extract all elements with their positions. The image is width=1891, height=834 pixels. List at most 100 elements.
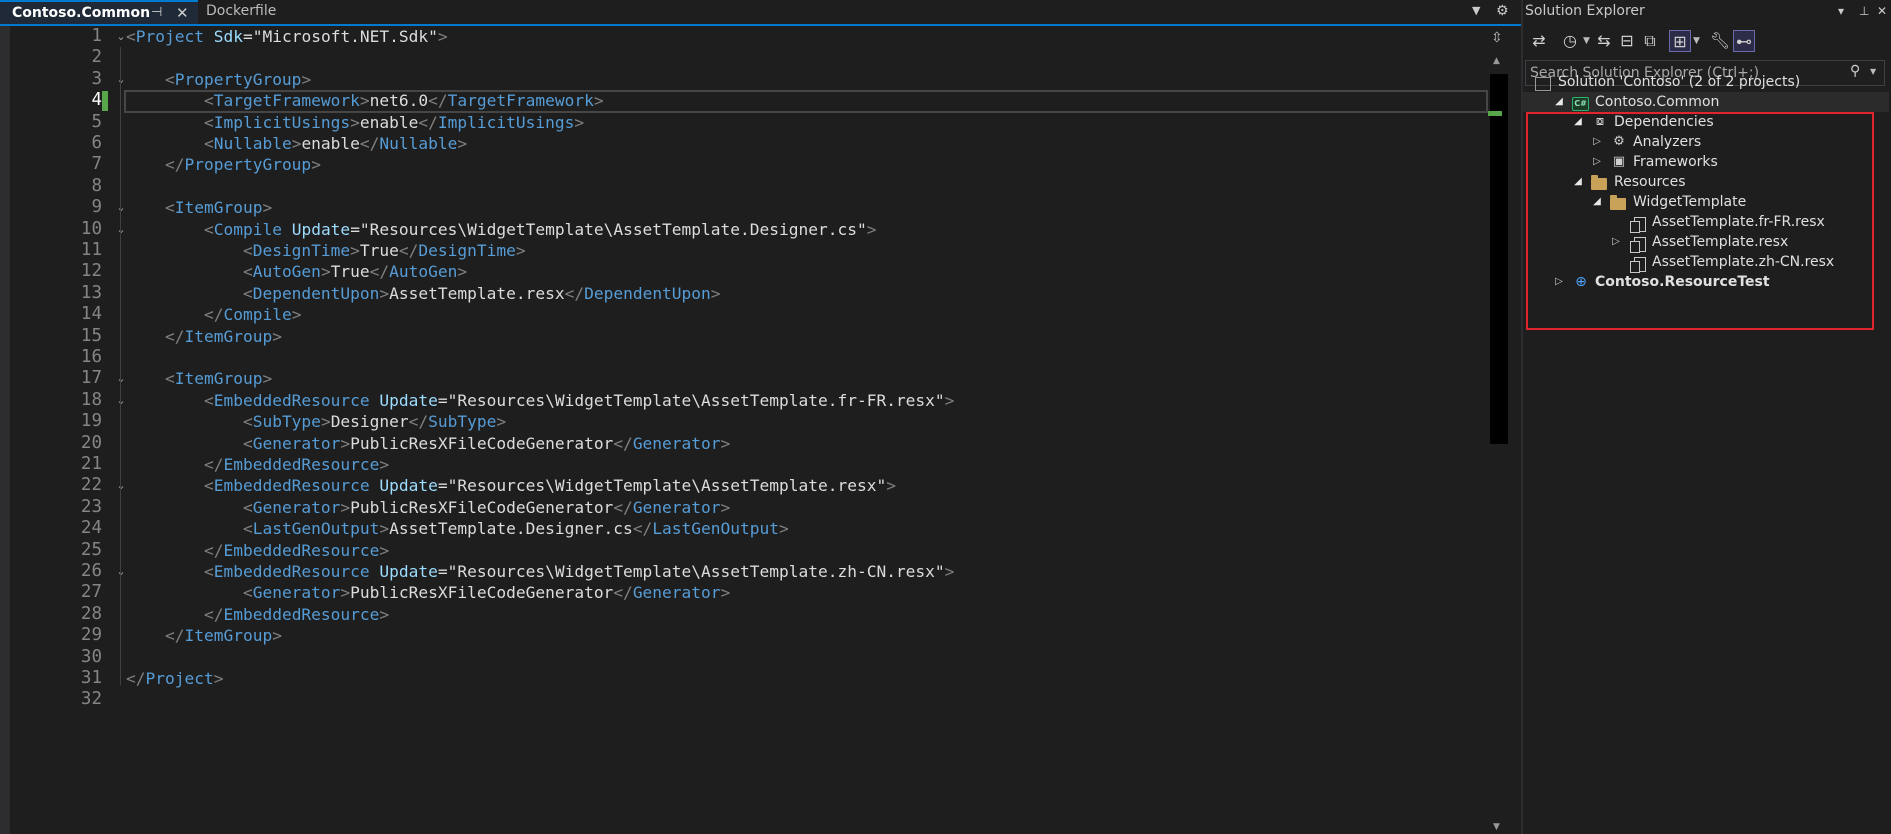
code-line[interactable]: 11 <DesignTime>True</DesignTime> [10,240,1488,261]
tab-contoso-common[interactable]: Contoso.Common ⊣ ✕ [0,0,198,24]
tree-item[interactable]: ▷ ▣ Frameworks [1523,152,1889,172]
close-icon[interactable]: ✕ [176,2,189,24]
gear-icon[interactable]: ⚙ [1496,0,1509,22]
collapsed-arrow-icon[interactable]: ▷ [1590,152,1604,172]
scrollbar-thumb[interactable] [1490,74,1508,444]
expanded-arrow-icon[interactable]: ◢ [1571,172,1585,192]
code-text[interactable]: <DependentUpon>AssetTemplate.resx</Depen… [126,283,721,304]
code-text[interactable]: <Project Sdk="Microsoft.NET.Sdk"> [126,26,448,47]
code-text[interactable]: <EmbeddedResource Update="Resources\Widg… [126,475,896,496]
tree-item[interactable]: ▷ ⚙ Analyzers [1523,132,1889,152]
tree-item[interactable]: ◢ WidgetTemplate [1523,192,1889,212]
tree-item[interactable]: AssetTemplate.fr-FR.resx [1523,212,1889,233]
tree-item[interactable]: ▷ ⊕ Contoso.ResourceTest [1523,272,1889,292]
code-line[interactable]: 20 <Generator>PublicResXFileCodeGenerato… [10,433,1488,454]
code-text[interactable]: <ItemGroup> [126,368,272,389]
tab-list-icon[interactable]: ▼ [1472,0,1480,22]
code-line[interactable]: 30 [10,647,1488,668]
code-line[interactable]: 25 </EmbeddedResource> [10,540,1488,561]
vertical-scrollbar[interactable]: ⇳ ▲ ▼ [1488,26,1510,834]
code-text[interactable]: <Generator>PublicResXFileCodeGenerator</… [126,582,730,603]
code-text[interactable]: <LastGenOutput>AssetTemplate.Designer.cs… [126,518,789,539]
tree-item[interactable]: Solution 'Contoso' (2 of 2 projects) [1523,72,1889,92]
code-text[interactable]: </Compile> [126,304,301,325]
split-window-icon[interactable]: ⇳ [1491,30,1503,46]
code-text[interactable]: <SubType>Designer</SubType> [126,411,506,432]
code-line[interactable]: 3 ⌄ <PropertyGroup> [10,69,1488,90]
code-text[interactable]: <ImplicitUsings>enable</ImplicitUsings> [126,112,584,133]
scroll-down-icon[interactable]: ▼ [1493,822,1500,832]
show-all-files-icon[interactable]: ⧉ [1639,30,1661,52]
code-line[interactable]: 16 [10,347,1488,368]
collapsed-arrow-icon[interactable]: ▷ [1590,132,1604,152]
history-icon[interactable]: ◷ [1559,30,1581,52]
code-text[interactable]: <AutoGen>True</AutoGen> [126,261,467,282]
code-editor[interactable]: Contoso.Common ⊣ ✕ Dockerfile ▼ ⚙ 1 ⌄ <Pro… [0,0,1521,834]
code-line[interactable]: 27 <Generator>PublicResXFileCodeGenerato… [10,582,1488,603]
code-line[interactable]: 8 [10,176,1488,197]
code-text-area[interactable]: 1 ⌄ <Project Sdk="Microsoft.NET.Sdk"> 2 3 ⌄ <… [10,26,1488,834]
code-line[interactable]: 18 ⌄ <EmbeddedResource Update="Resources\… [10,390,1488,411]
code-text[interactable]: </EmbeddedResource> [126,454,389,475]
code-text[interactable]: <ItemGroup> [126,197,272,218]
tree-item[interactable]: ◢ Resources [1523,172,1889,192]
code-line[interactable]: 1 ⌄ <Project Sdk="Microsoft.NET.Sdk"> [10,26,1488,47]
code-line[interactable]: 28 </EmbeddedResource> [10,604,1488,625]
code-line[interactable]: 6 <Nullable>enable</Nullable> [10,133,1488,154]
history-dropdown-icon[interactable]: ▼ [1583,30,1590,52]
pin-icon[interactable]: ⊣ [151,2,162,24]
properties-icon[interactable]: ⊞ [1669,30,1691,52]
code-text[interactable]: <Generator>PublicResXFileCodeGenerator</… [126,433,730,454]
tree-item[interactable]: ▷ AssetTemplate.resx [1523,232,1889,253]
code-line[interactable]: 13 <DependentUpon>AssetTemplate.resx</De… [10,283,1488,304]
preview-icon[interactable]: ⊷ [1733,30,1755,52]
code-line[interactable]: 7 </PropertyGroup> [10,154,1488,175]
close-icon[interactable]: ✕ [1877,0,1887,22]
expanded-arrow-icon[interactable]: ◢ [1590,192,1604,212]
expanded-arrow-icon[interactable]: ◢ [1571,112,1585,132]
code-text[interactable]: <DesignTime>True</DesignTime> [126,240,526,261]
pin-icon[interactable]: ⊥ [1859,0,1869,22]
code-line[interactable]: 14 </Compile> [10,304,1488,325]
collapse-all-icon[interactable]: ⊟ [1616,30,1638,52]
code-line[interactable]: 2 [10,47,1488,68]
code-text[interactable]: <Generator>PublicResXFileCodeGenerator</… [126,497,730,518]
code-line[interactable]: 17 ⌄ <ItemGroup> [10,368,1488,389]
window-options-icon[interactable]: ▾ [1838,0,1844,22]
switch-views-icon[interactable]: ⇄ [1528,30,1550,52]
code-line[interactable]: 31 </Project> [10,668,1488,689]
code-line[interactable]: 15 </ItemGroup> [10,326,1488,347]
code-text[interactable]: </EmbeddedResource> [126,540,389,561]
filter-dropdown-icon[interactable]: ▼ [1693,30,1700,52]
code-line[interactable]: 9 ⌄ <ItemGroup> [10,197,1488,218]
tree-item[interactable]: ◢ ⧇ Dependencies [1523,112,1889,132]
code-text[interactable]: <Nullable>enable</Nullable> [126,133,467,154]
wrench-icon[interactable]: 🔧︎ [1709,30,1731,52]
code-line[interactable]: 26 ⌄ <EmbeddedResource Update="Resources\… [10,561,1488,582]
sync-icon[interactable]: ⇆ [1593,30,1615,52]
tree-item[interactable]: ◢ C# Contoso.Common [1523,92,1889,112]
code-line[interactable]: 24 <LastGenOutput>AssetTemplate.Designer… [10,518,1488,539]
collapsed-arrow-icon[interactable]: ▷ [1552,272,1566,292]
code-line[interactable]: 12 <AutoGen>True</AutoGen> [10,261,1488,282]
code-text[interactable]: </PropertyGroup> [126,154,321,175]
code-line[interactable]: 10 ⌄ <Compile Update="Resources\WidgetTem… [10,219,1488,240]
code-text[interactable]: <EmbeddedResource Update="Resources\Widg… [126,390,954,411]
code-text[interactable]: <Compile Update="Resources\WidgetTemplat… [126,219,877,240]
code-text[interactable]: </ItemGroup> [126,625,282,646]
code-line[interactable]: 5 <ImplicitUsings>enable</ImplicitUsings… [10,112,1488,133]
code-text[interactable]: <PropertyGroup> [126,69,311,90]
code-line[interactable]: 23 <Generator>PublicResXFileCodeGenerato… [10,497,1488,518]
expanded-arrow-icon[interactable]: ◢ [1552,92,1566,112]
code-line[interactable]: 19 <SubType>Designer</SubType> [10,411,1488,432]
tab-dockerfile[interactable]: Dockerfile [198,0,298,24]
code-line[interactable]: 29 </ItemGroup> [10,625,1488,646]
collapsed-arrow-icon[interactable]: ▷ [1609,232,1623,252]
code-line[interactable]: 32 [10,689,1488,710]
code-text[interactable]: </EmbeddedResource> [126,604,389,625]
code-line[interactable]: 21 </EmbeddedResource> [10,454,1488,475]
code-text[interactable]: <EmbeddedResource Update="Resources\Widg… [126,561,954,582]
code-text[interactable]: </ItemGroup> [126,326,282,347]
scroll-up-icon[interactable]: ▲ [1493,56,1500,66]
code-line[interactable]: 22 ⌄ <EmbeddedResource Update="Resources\… [10,475,1488,496]
